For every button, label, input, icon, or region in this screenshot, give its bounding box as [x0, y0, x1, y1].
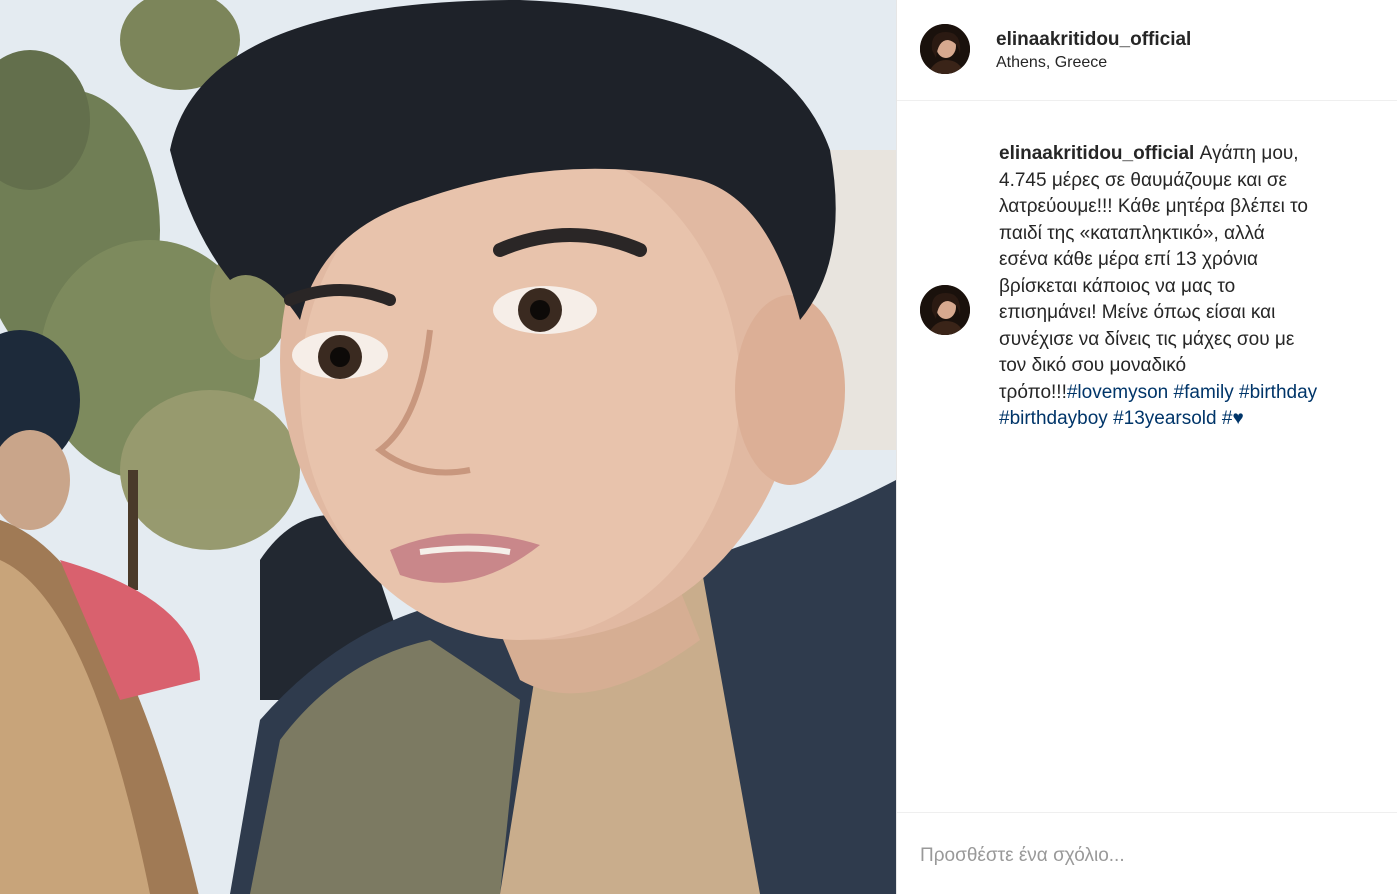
- post-photo[interactable]: [0, 0, 896, 894]
- caption-line: τρόπο!!!: [999, 381, 1067, 403]
- hashtag-link[interactable]: #13yearsold: [1113, 408, 1217, 429]
- avatar[interactable]: [920, 24, 970, 74]
- hashtag-link[interactable]: #lovemyson: [1067, 382, 1168, 403]
- caption-line: εσένα κάθε μέρα επί 13 χρόνια: [999, 249, 1259, 270]
- post-header: elinaakritidou_official Athens, Greece: [897, 0, 1397, 101]
- caption-line: Αγάπη μου,: [1199, 143, 1299, 164]
- hashtag-link[interactable]: #: [1222, 408, 1233, 429]
- hashtag-link[interactable]: #family: [1174, 382, 1234, 403]
- caption-line: επισημάνει! Μείνε όπως είσαι και: [999, 302, 1276, 323]
- caption-text: elinaakritidou_official Αγάπη μου, 4.745…: [999, 141, 1369, 433]
- heart-icon: ♥: [1232, 408, 1244, 429]
- hashtag-link[interactable]: #birthday: [1239, 382, 1317, 403]
- comment-bar: [897, 812, 1397, 894]
- comment-input[interactable]: [920, 841, 1360, 871]
- post-photo-illustration: [0, 0, 896, 894]
- location-link[interactable]: Athens, Greece: [996, 54, 1107, 72]
- instagram-post: elinaakritidou_official Athens, Greece e…: [0, 0, 1397, 894]
- profile-avatar-icon: [920, 24, 970, 74]
- caption-username-link[interactable]: elinaakritidou_official: [999, 143, 1194, 164]
- caption-line: τον δικό σου μοναδικό: [999, 355, 1187, 376]
- caption-line: παιδί της «καταπληκτικό», αλλά: [999, 222, 1265, 244]
- caption-line: λατρεύουμε!!! Κάθε μητέρα βλέπει το: [999, 196, 1308, 217]
- caption-line: 4.745 μέρες σε θαυμάζουμε και σε: [999, 169, 1288, 191]
- post-side-panel: elinaakritidou_official Athens, Greece e…: [896, 0, 1397, 894]
- profile-avatar-icon: [920, 285, 970, 335]
- username-link[interactable]: elinaakritidou_official: [996, 29, 1191, 51]
- caption-line: συνέχισε να δίνεις τις μάχες σου με: [999, 328, 1295, 350]
- hashtag-link[interactable]: #birthdayboy: [999, 408, 1108, 429]
- caption-avatar[interactable]: [920, 285, 970, 335]
- caption-line: βρίσκεται κάποιος να μας το: [999, 275, 1236, 297]
